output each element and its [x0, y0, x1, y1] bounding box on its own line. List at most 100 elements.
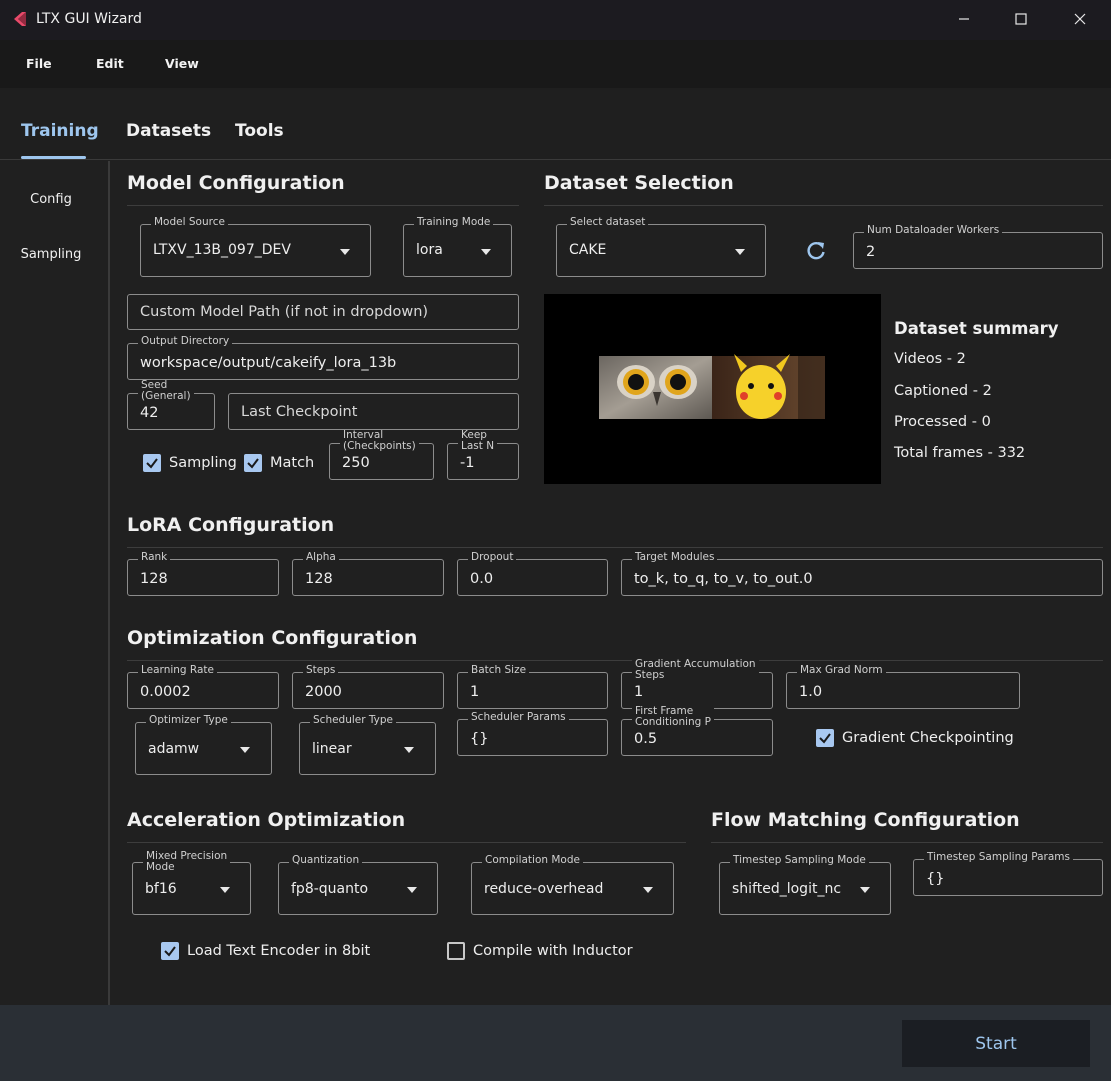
lora-config-title: LoRA Configuration	[127, 514, 335, 536]
side-nav: Config Sampling	[0, 161, 110, 1005]
menu-view[interactable]: View	[165, 56, 199, 71]
dataset-select[interactable]: Select dataset CAKE	[556, 217, 766, 277]
lora-rank-input[interactable]: Rank 128	[127, 552, 279, 596]
menu-edit[interactable]: Edit	[96, 56, 124, 71]
compilation-mode-label: Compilation Mode	[482, 855, 583, 866]
mixed-precision-select[interactable]: Mixed Precision Mode bf16	[132, 851, 251, 915]
last-checkpoint-input[interactable]: Last Checkpoint	[228, 393, 519, 430]
learning-rate-input[interactable]: Learning Rate 0.0002	[127, 665, 279, 709]
checkbox-checked-icon	[816, 729, 834, 747]
gradient-accumulation-input[interactable]: Gradient Accumulation Steps 1	[621, 659, 773, 709]
scheduler-type-label: Scheduler Type	[310, 715, 397, 726]
timestep-sampling-params-input[interactable]: Timestep Sampling Params {}	[913, 852, 1103, 896]
lora-rank-value: 128	[140, 571, 168, 587]
checkpoint-interval-value: 250	[342, 455, 370, 471]
scheduler-params-value: {}	[470, 731, 489, 747]
max-grad-norm-value: 1.0	[799, 684, 823, 700]
accel-optim-title: Acceleration Optimization	[127, 809, 406, 831]
dataset-summary-title: Dataset summary	[894, 319, 1059, 338]
sidenav-item-sampling[interactable]: Sampling	[1, 247, 101, 262]
learning-rate-value: 0.0002	[140, 684, 191, 700]
optim-config-title: Optimization Configuration	[127, 627, 418, 649]
chevron-down-icon	[407, 887, 417, 893]
refresh-icon[interactable]	[805, 240, 827, 262]
first-frame-conditioning-input[interactable]: First Frame Conditioning P 0.5	[621, 706, 773, 756]
checkpoint-interval-input[interactable]: Interval (Checkpoints) 250	[329, 430, 434, 480]
steps-input[interactable]: Steps 2000	[292, 665, 444, 709]
compile-inductor-label: Compile with Inductor	[473, 943, 633, 959]
minimize-button[interactable]	[935, 0, 993, 38]
lora-alpha-label: Alpha	[303, 552, 339, 563]
training-mode-select[interactable]: Training Mode lora	[403, 217, 512, 277]
custom-model-path-input[interactable]: Custom Model Path (if not in dropdown)	[127, 294, 519, 330]
seed-input[interactable]: Seed (General) 42	[127, 380, 215, 430]
optimizer-type-select[interactable]: Optimizer Type adamw	[135, 715, 272, 775]
training-mode-value: lora	[416, 242, 443, 258]
dataset-select-value: CAKE	[569, 242, 607, 258]
model-source-select[interactable]: Model Source LTXV_13B_097_DEV	[140, 217, 371, 277]
model-config-divider	[127, 205, 519, 206]
target-modules-value: to_k, to_q, to_v, to_out.0	[634, 571, 813, 587]
checkbox-checked-icon	[143, 454, 161, 472]
dataset-select-label: Select dataset	[567, 217, 649, 228]
scheduler-params-input[interactable]: Scheduler Params {}	[457, 712, 608, 756]
maximize-button[interactable]	[992, 0, 1050, 38]
mixed-precision-value: bf16	[145, 881, 177, 897]
first-frame-conditioning-label: First Frame Conditioning P	[632, 706, 715, 727]
timestep-sampling-mode-label: Timestep Sampling Mode	[730, 855, 869, 866]
maximize-icon	[1015, 13, 1027, 25]
quantization-select[interactable]: Quantization fp8-quanto	[278, 855, 438, 915]
scheduler-type-value: linear	[312, 741, 352, 757]
training-mode-label: Training Mode	[414, 217, 494, 228]
output-directory-input[interactable]: Output Directory workspace/output/cakeif…	[127, 336, 519, 380]
scheduler-type-select[interactable]: Scheduler Type linear	[299, 715, 436, 775]
model-config-title: Model Configuration	[127, 172, 345, 194]
dataset-selection-title: Dataset Selection	[544, 172, 734, 194]
gradient-checkpointing-label: Gradient Checkpointing	[842, 730, 1014, 746]
chevron-down-icon	[240, 747, 250, 753]
model-source-label: Model Source	[151, 217, 228, 228]
app-logo-icon	[14, 12, 26, 26]
checkpoint-interval-label: Interval (Checkpoints)	[340, 430, 419, 451]
sidenav-item-config[interactable]: Config	[1, 192, 101, 207]
output-directory-label: Output Directory	[138, 336, 233, 347]
chevron-down-icon	[404, 747, 414, 753]
scheduler-params-label: Scheduler Params	[468, 712, 569, 723]
steps-value: 2000	[305, 684, 342, 700]
flow-matching-divider	[711, 842, 1103, 843]
load-8bit-label: Load Text Encoder in 8bit	[187, 943, 371, 959]
lora-dropout-label: Dropout	[468, 552, 517, 563]
accel-optim-divider	[127, 842, 686, 843]
menu-file[interactable]: File	[26, 56, 52, 71]
dataset-preview	[544, 294, 881, 484]
tab-datasets[interactable]: Datasets	[126, 121, 211, 141]
load-8bit-checkbox[interactable]: Load Text Encoder in 8bit	[161, 942, 370, 960]
batch-size-input[interactable]: Batch Size 1	[457, 665, 608, 709]
timestep-sampling-mode-select[interactable]: Timestep Sampling Mode shifted_logit_nc	[719, 855, 891, 915]
compile-inductor-checkbox[interactable]: Compile with Inductor	[447, 942, 633, 960]
lora-alpha-input[interactable]: Alpha 128	[292, 552, 444, 596]
compilation-mode-select[interactable]: Compilation Mode reduce-overhead	[471, 855, 674, 915]
chevron-down-icon	[220, 887, 230, 893]
tab-training[interactable]: Training	[21, 121, 99, 141]
tab-tools[interactable]: Tools	[235, 121, 284, 141]
gradient-checkpointing-checkbox[interactable]: Gradient Checkpointing	[816, 729, 1014, 747]
batch-size-value: 1	[470, 684, 480, 700]
start-button[interactable]: Start	[902, 1020, 1090, 1067]
close-button[interactable]	[1051, 0, 1109, 38]
lora-dropout-input[interactable]: Dropout 0.0	[457, 552, 608, 596]
keep-last-n-label: Keep Last N	[458, 430, 498, 451]
lora-alpha-value: 128	[305, 571, 333, 587]
checkbox-unchecked-icon	[447, 942, 465, 960]
dataloader-workers-input[interactable]: Num Dataloader Workers 2	[853, 225, 1103, 269]
max-grad-norm-input[interactable]: Max Grad Norm 1.0	[786, 665, 1020, 709]
target-modules-input[interactable]: Target Modules to_k, to_q, to_v, to_out.…	[621, 552, 1103, 596]
checkbox-checked-icon	[244, 454, 262, 472]
max-grad-norm-label: Max Grad Norm	[797, 665, 886, 676]
match-checkbox[interactable]: Match	[244, 454, 314, 472]
steps-label: Steps	[303, 665, 339, 676]
keep-last-n-input[interactable]: Keep Last N -1	[447, 430, 519, 480]
sampling-checkbox[interactable]: Sampling	[143, 454, 237, 472]
summary-videos: Videos - 2	[894, 351, 966, 367]
first-frame-conditioning-value: 0.5	[634, 731, 658, 747]
